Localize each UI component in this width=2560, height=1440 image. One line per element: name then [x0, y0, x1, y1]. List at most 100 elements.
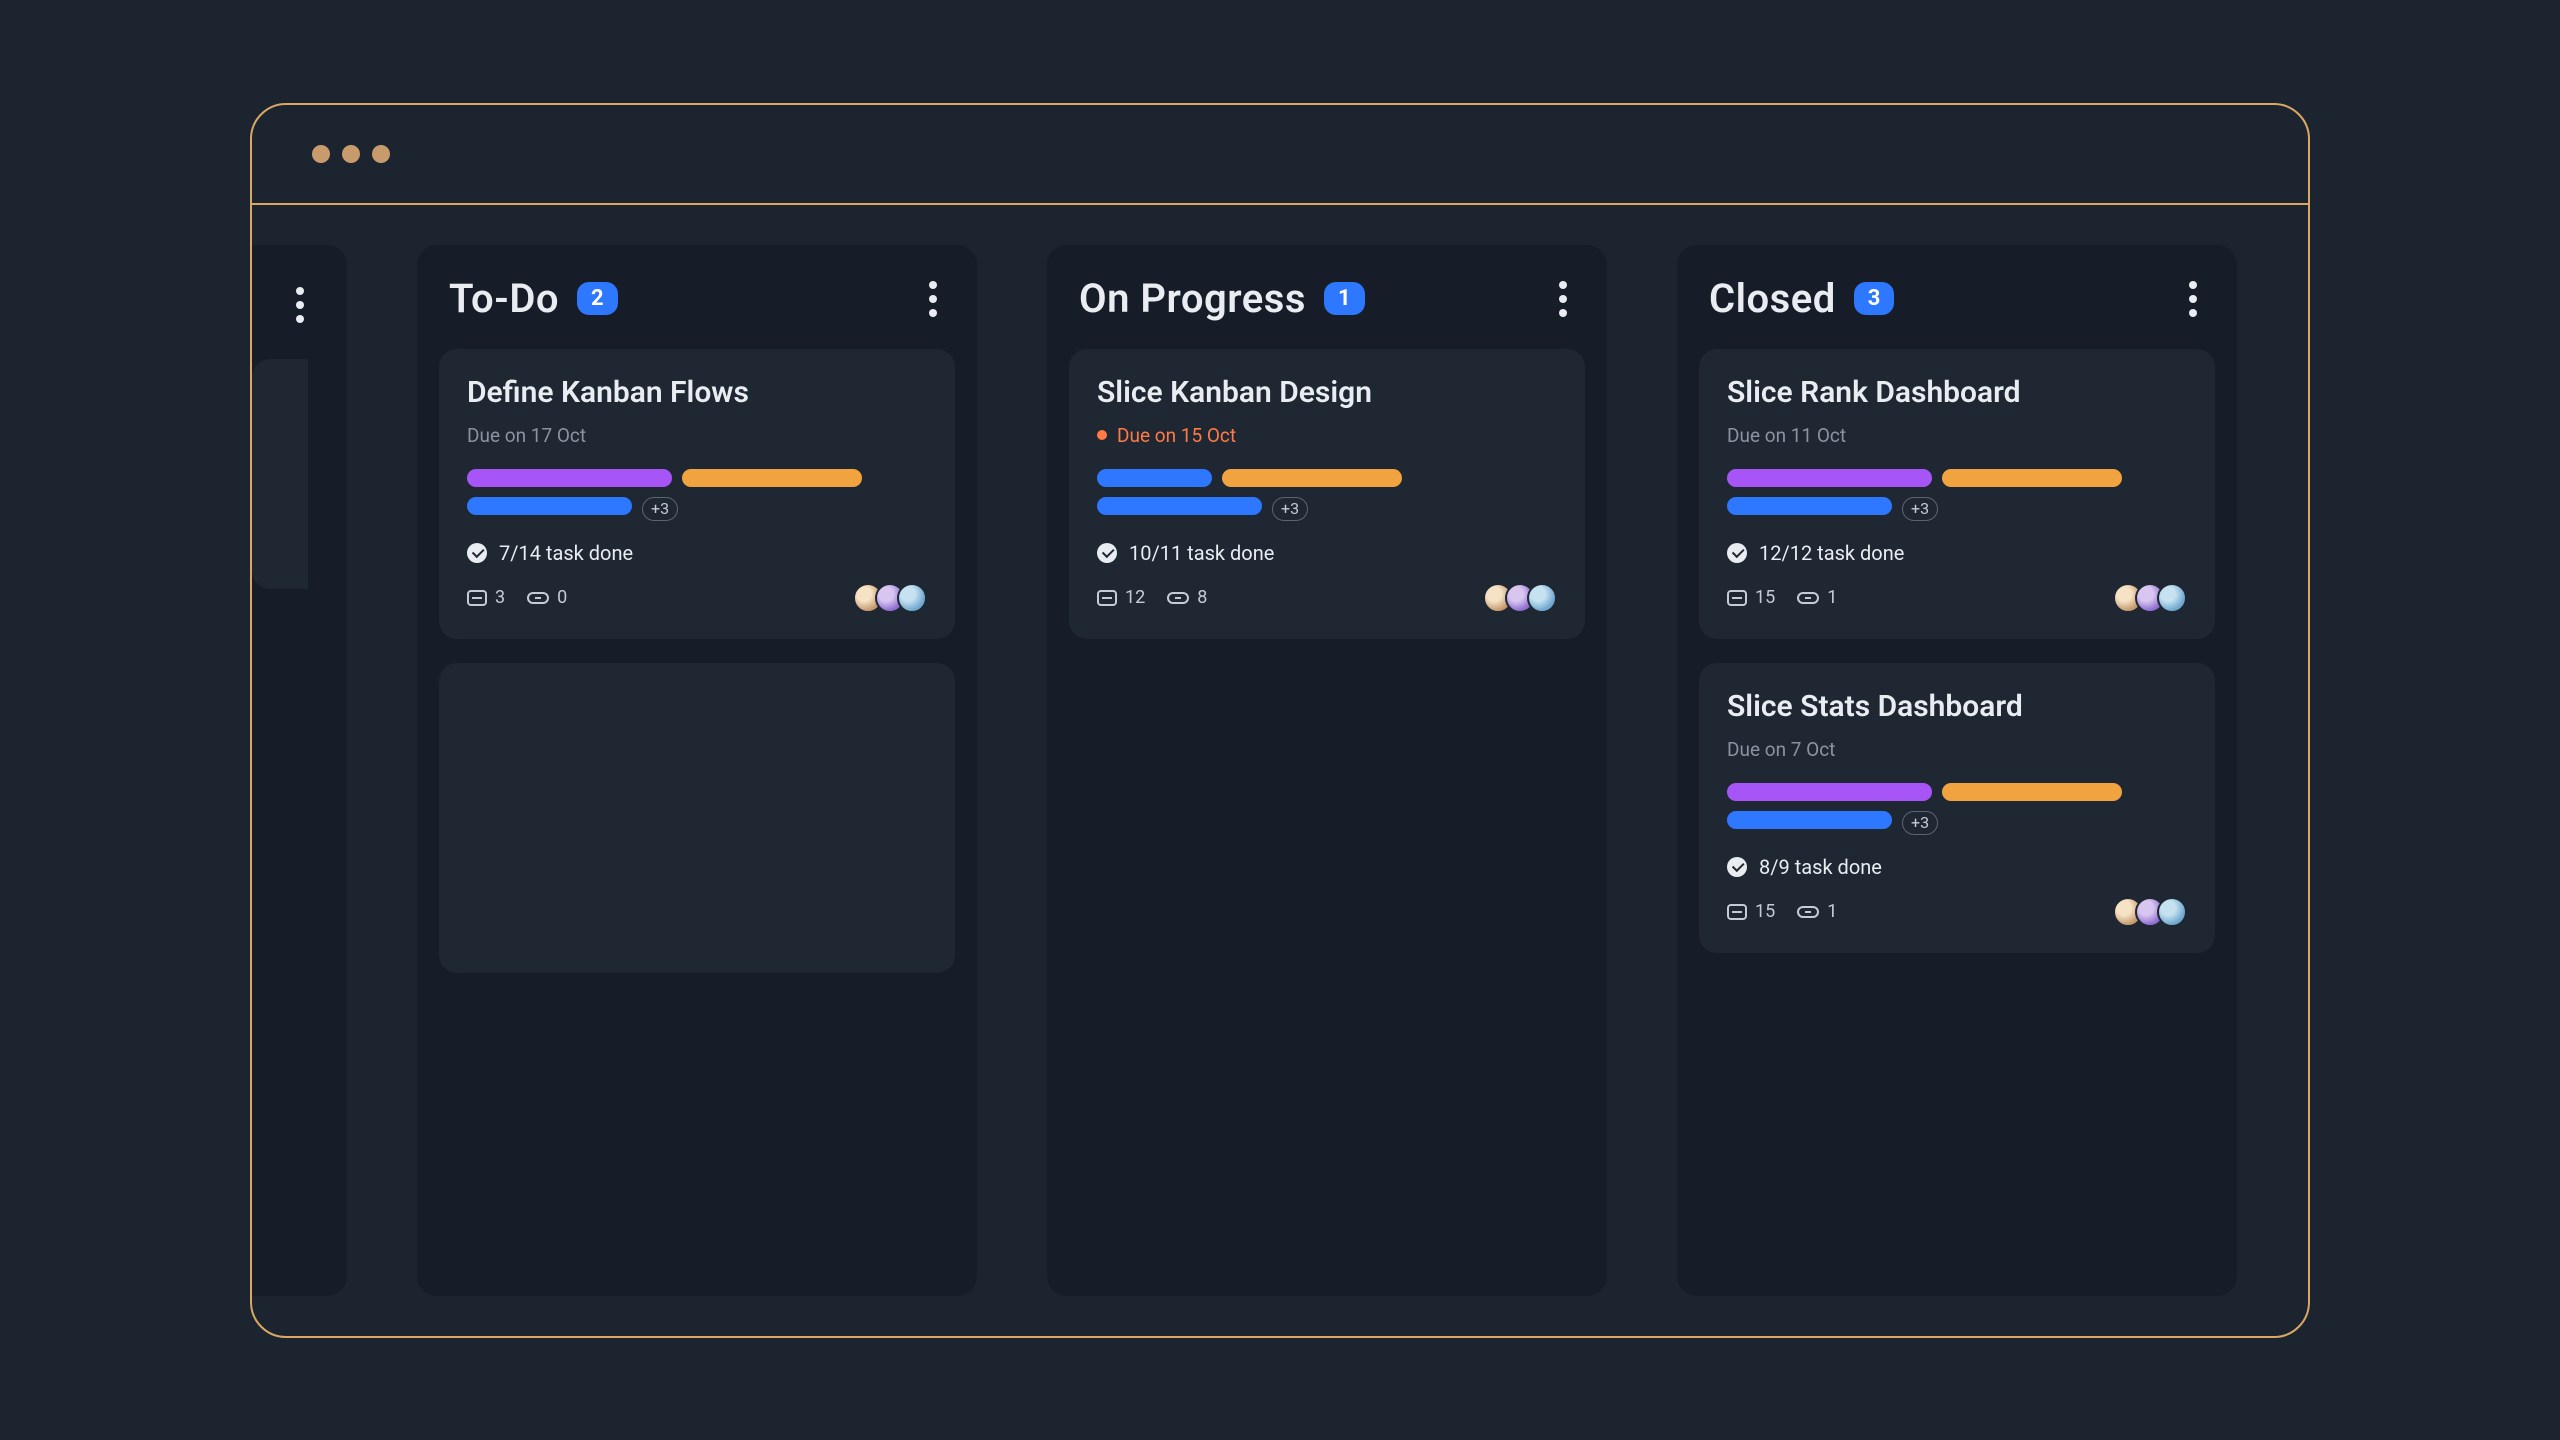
card-tags: +3 — [1727, 469, 2187, 521]
column-menu-button[interactable] — [288, 279, 312, 331]
card-tags: +3 — [1097, 469, 1557, 521]
browser-window: To-Do 2 Define Kanban Flows Due on 17 Oc… — [250, 103, 2310, 1338]
attachments-count: 8 — [1197, 587, 1207, 608]
check-circle-icon — [1727, 543, 1747, 563]
card-progress: 12/12 task done — [1727, 541, 2187, 565]
kanban-card[interactable]: Slice Stats Dashboard Due on 7 Oct +3 8/… — [1699, 663, 2215, 953]
comments-count: 15 — [1755, 901, 1775, 922]
tag-pill — [1727, 497, 1892, 515]
card-due-date: Due on 17 Oct — [467, 424, 927, 447]
avatar — [897, 583, 927, 613]
progress-text: 10/11 task done — [1129, 541, 1274, 565]
tag-pill — [1727, 469, 1932, 487]
card-placeholder[interactable] — [439, 663, 955, 973]
attachments-count: 0 — [557, 587, 567, 608]
tag-pill — [467, 497, 632, 515]
avatar — [1527, 583, 1557, 613]
attachments-meta[interactable]: 1 — [1797, 901, 1837, 922]
overdue-indicator-icon — [1097, 430, 1107, 440]
card-footer: 15 1 — [1727, 897, 2187, 927]
column-header: Closed 3 — [1699, 273, 2215, 325]
minimize-window-icon[interactable] — [342, 145, 360, 163]
comment-icon — [467, 590, 487, 606]
kanban-board: To-Do 2 Define Kanban Flows Due on 17 Oc… — [252, 205, 2308, 1336]
progress-text: 8/9 task done — [1759, 855, 1882, 879]
card-title: Slice Rank Dashboard — [1727, 375, 2187, 410]
tag-pill — [1222, 469, 1402, 487]
tag-more-badge[interactable]: +3 — [1272, 497, 1308, 521]
card-progress: 7/14 task done — [467, 541, 927, 565]
card-progress: 10/11 task done — [1097, 541, 1557, 565]
column-header: To-Do 2 — [439, 273, 955, 325]
tag-pill — [1942, 783, 2122, 801]
attachment-icon — [527, 592, 549, 604]
column-count-badge: 1 — [1324, 282, 1365, 315]
tag-more-badge[interactable]: +3 — [642, 497, 678, 521]
column-title: To-Do — [449, 275, 559, 322]
column-peek-left — [252, 245, 347, 1296]
card-tags: +3 — [1727, 783, 2187, 835]
comments-meta[interactable]: 15 — [1727, 587, 1775, 608]
card-title: Define Kanban Flows — [467, 375, 927, 410]
assignee-avatars[interactable] — [2113, 583, 2187, 613]
avatar — [2157, 897, 2187, 927]
assignee-avatars[interactable] — [2113, 897, 2187, 927]
card-progress: 8/9 task done — [1727, 855, 2187, 879]
titlebar — [252, 105, 2308, 205]
attachment-icon — [1167, 592, 1189, 604]
column-title: On Progress — [1079, 275, 1306, 322]
comments-count: 12 — [1125, 587, 1145, 608]
attachments-count: 1 — [1827, 587, 1837, 608]
tag-pill — [1097, 497, 1262, 515]
column-menu-button[interactable] — [921, 273, 945, 325]
tag-pill — [1097, 469, 1212, 487]
assignee-avatars[interactable] — [853, 583, 927, 613]
attachment-icon — [1797, 906, 1819, 918]
comment-icon — [1097, 590, 1117, 606]
column-menu-button[interactable] — [1551, 273, 1575, 325]
tag-more-badge[interactable]: +3 — [1902, 811, 1938, 835]
card-footer: 12 8 — [1097, 583, 1557, 613]
comments-meta[interactable]: 15 — [1727, 901, 1775, 922]
kanban-card[interactable]: Slice Kanban Design Due on 15 Oct +3 10/… — [1069, 349, 1585, 639]
column-title: Closed — [1709, 275, 1836, 322]
comments-meta[interactable]: 3 — [467, 587, 505, 608]
card-due-date: Due on 7 Oct — [1727, 738, 2187, 761]
progress-text: 7/14 task done — [499, 541, 633, 565]
tag-pill — [1727, 811, 1892, 829]
progress-text: 12/12 task done — [1759, 541, 1904, 565]
close-window-icon[interactable] — [312, 145, 330, 163]
maximize-window-icon[interactable] — [372, 145, 390, 163]
attachments-meta[interactable]: 8 — [1167, 587, 1207, 608]
kanban-card[interactable]: Define Kanban Flows Due on 17 Oct +3 7/1… — [439, 349, 955, 639]
column-on-progress: On Progress 1 Slice Kanban Design Due on… — [1047, 245, 1607, 1296]
column-menu-button[interactable] — [2181, 273, 2205, 325]
avatar — [2157, 583, 2187, 613]
comments-count: 3 — [495, 587, 505, 608]
window-controls — [312, 145, 390, 163]
assignee-avatars[interactable] — [1483, 583, 1557, 613]
comment-icon — [1727, 590, 1747, 606]
attachment-icon — [1797, 592, 1819, 604]
tag-pill — [682, 469, 862, 487]
tag-more-badge[interactable]: +3 — [1902, 497, 1938, 521]
check-circle-icon — [1097, 543, 1117, 563]
card-due-date: Due on 11 Oct — [1727, 424, 2187, 447]
attachments-meta[interactable]: 1 — [1797, 587, 1837, 608]
card-title: Slice Kanban Design — [1097, 375, 1557, 410]
card-peek[interactable] — [252, 359, 308, 589]
card-footer: 15 1 — [1727, 583, 2187, 613]
tag-pill — [1942, 469, 2122, 487]
attachments-count: 1 — [1827, 901, 1837, 922]
due-text: Due on 15 Oct — [1117, 424, 1236, 447]
column-closed: Closed 3 Slice Rank Dashboard Due on 11 … — [1677, 245, 2237, 1296]
check-circle-icon — [467, 543, 487, 563]
card-due-date-overdue: Due on 15 Oct — [1097, 424, 1557, 447]
attachments-meta[interactable]: 0 — [527, 587, 567, 608]
comments-meta[interactable]: 12 — [1097, 587, 1145, 608]
comments-count: 15 — [1755, 587, 1775, 608]
tag-pill — [467, 469, 672, 487]
kanban-card[interactable]: Slice Rank Dashboard Due on 11 Oct +3 12… — [1699, 349, 2215, 639]
column-todo: To-Do 2 Define Kanban Flows Due on 17 Oc… — [417, 245, 977, 1296]
column-header: On Progress 1 — [1069, 273, 1585, 325]
